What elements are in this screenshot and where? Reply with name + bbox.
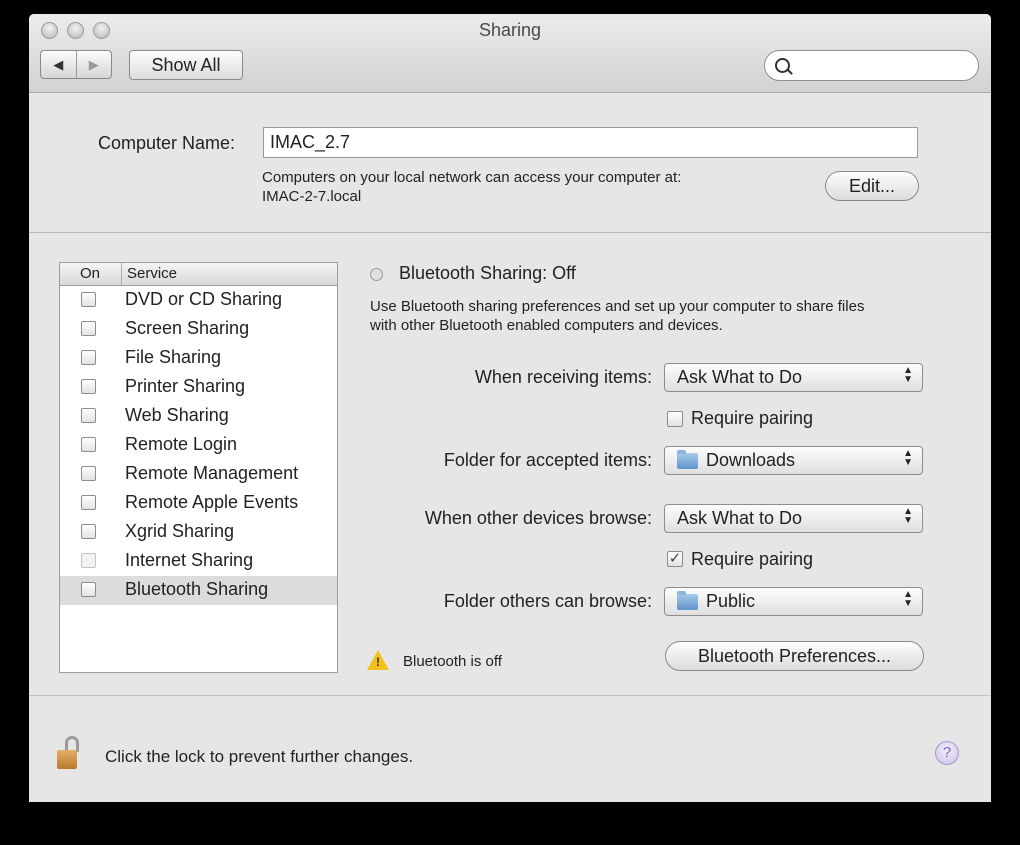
search-input[interactable] (764, 50, 979, 81)
status-indicator-icon (370, 268, 383, 281)
service-label: Remote Login (125, 434, 238, 454)
column-header-service[interactable]: Service (127, 265, 177, 282)
computer-name-label: Computer Name: (98, 133, 236, 153)
edit-button[interactable]: Edit... (825, 171, 919, 201)
require-pairing-label-1: Require pairing (691, 408, 814, 428)
help-button[interactable]: ? (935, 741, 959, 765)
service-checkbox[interactable] (81, 495, 96, 510)
folder-icon (677, 450, 698, 469)
service-row[interactable]: Bluetooth Sharing (60, 576, 337, 605)
description-line-1: Use Bluetooth sharing preferences and se… (370, 298, 865, 315)
receiving-items-label: When receiving items: (474, 367, 652, 387)
service-row[interactable]: Remote Management (60, 460, 337, 489)
service-checkbox[interactable] (81, 466, 96, 481)
sharing-status: Bluetooth Sharing: Off (399, 263, 576, 283)
service-label: Printer Sharing (125, 376, 246, 396)
description-line-2: with other Bluetooth enabled computers a… (370, 317, 723, 334)
service-label: Internet Sharing (125, 550, 254, 570)
service-checkbox[interactable] (81, 379, 96, 394)
service-row[interactable]: Xgrid Sharing (60, 518, 337, 547)
service-label: Web Sharing (125, 405, 229, 425)
service-checkbox[interactable] (81, 408, 96, 423)
service-row[interactable]: Web Sharing (60, 402, 337, 431)
lock-message: Click the lock to prevent further change… (105, 747, 414, 766)
service-label: Remote Apple Events (125, 492, 299, 512)
browse-label: When other devices browse: (424, 508, 652, 528)
lock-icon[interactable] (57, 736, 81, 769)
receiving-items-popup[interactable]: Ask What to Do ▲ ▼ (664, 363, 923, 392)
column-divider (121, 263, 122, 285)
service-row[interactable]: Printer Sharing (60, 373, 337, 402)
popup-arrows-icon: ▲ ▼ (903, 506, 913, 526)
service-checkbox[interactable] (81, 350, 96, 365)
require-pairing-checkbox-2[interactable]: ✓ (667, 551, 683, 567)
service-row[interactable]: Internet Sharing (60, 547, 337, 576)
back-forward-control: ◀ ▶ (40, 50, 112, 79)
service-label: Xgrid Sharing (125, 521, 235, 541)
warning-icon (367, 650, 389, 670)
popup-arrows-icon: ▲ ▼ (903, 589, 913, 609)
service-checkbox[interactable] (81, 437, 96, 452)
sharing-window: Sharing ◀ ▶ Show All Computer Name: IMAC… (29, 14, 991, 802)
service-row[interactable]: File Sharing (60, 344, 337, 373)
footer-divider (29, 695, 991, 696)
popup-arrows-icon: ▲ ▼ (903, 365, 913, 385)
forward-arrow-icon[interactable]: ▶ (77, 51, 112, 78)
service-label: Remote Management (125, 463, 299, 483)
column-header-on[interactable]: On (80, 265, 100, 282)
table-header: On Service (60, 263, 337, 286)
receiving-items-value: Ask What to Do (677, 367, 803, 387)
show-all-button[interactable]: Show All (129, 50, 243, 80)
service-label: File Sharing (125, 347, 222, 367)
service-label: Bluetooth Sharing (125, 579, 269, 599)
service-row[interactable]: Remote Login (60, 431, 337, 460)
service-label: DVD or CD Sharing (125, 289, 283, 309)
require-pairing-checkbox-1[interactable] (667, 411, 683, 427)
service-checkbox[interactable] (81, 524, 96, 539)
service-checkbox (81, 553, 96, 568)
service-row[interactable]: DVD or CD Sharing (60, 286, 337, 315)
folder-browse-label: Folder others can browse: (443, 591, 652, 611)
window-title: Sharing (478, 20, 542, 40)
folder-icon (677, 591, 698, 610)
divider (29, 232, 991, 233)
lock-body (57, 750, 77, 769)
service-checkbox[interactable] (81, 292, 96, 307)
service-table: On Service DVD or CD Sharing Screen Shari… (59, 262, 338, 673)
computer-name-field[interactable]: IMAC_2.7 (263, 127, 918, 158)
folder-accepted-label: Folder for accepted items: (443, 450, 652, 470)
search-icon (775, 58, 790, 73)
bluetooth-off-warning: Bluetooth is off (403, 653, 502, 670)
folder-accepted-popup[interactable]: Downloads ▲ ▼ (664, 446, 923, 475)
service-checkbox[interactable] (81, 582, 96, 597)
folder-browse-popup[interactable]: Public ▲ ▼ (664, 587, 923, 616)
browse-value: Ask What to Do (677, 508, 803, 528)
service-row[interactable]: Screen Sharing (60, 315, 337, 344)
service-checkbox[interactable] (81, 321, 96, 336)
service-row[interactable]: Remote Apple Events (60, 489, 337, 518)
back-arrow-icon[interactable]: ◀ (41, 51, 77, 78)
checkmark-icon: ✓ (668, 550, 682, 567)
network-info-text: Computers on your local network can acce… (262, 169, 682, 186)
title-bar: Sharing ◀ ▶ Show All (29, 14, 991, 93)
bluetooth-preferences-button[interactable]: Bluetooth Preferences... (665, 641, 924, 671)
folder-browse-value: Public (706, 591, 756, 611)
folder-accepted-value: Downloads (706, 450, 796, 470)
require-pairing-label-2: Require pairing (691, 549, 814, 569)
popup-arrows-icon: ▲ ▼ (903, 448, 913, 468)
local-hostname: IMAC-2-7.local (262, 188, 362, 205)
browse-popup[interactable]: Ask What to Do ▲ ▼ (664, 504, 923, 533)
service-label: Screen Sharing (125, 318, 250, 338)
